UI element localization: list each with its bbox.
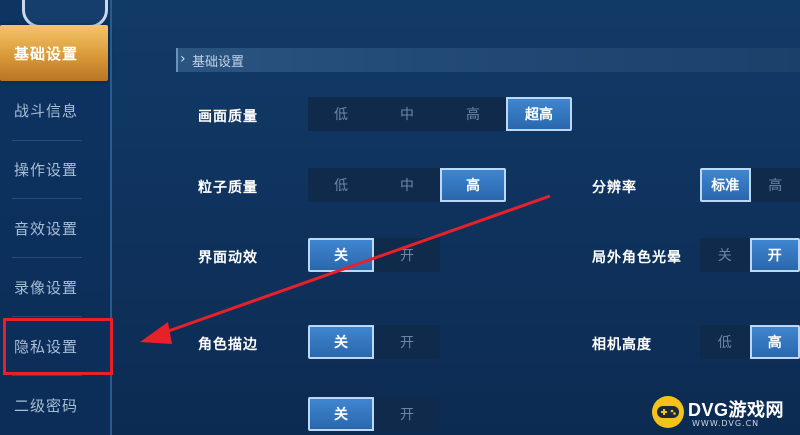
watermark-url: WWW.DVG.CN xyxy=(692,419,760,428)
gamepad-icon xyxy=(652,396,684,428)
watermark: DVG游戏网 WWW.DVG.CN xyxy=(652,390,800,435)
annotation-arrow xyxy=(140,194,551,344)
